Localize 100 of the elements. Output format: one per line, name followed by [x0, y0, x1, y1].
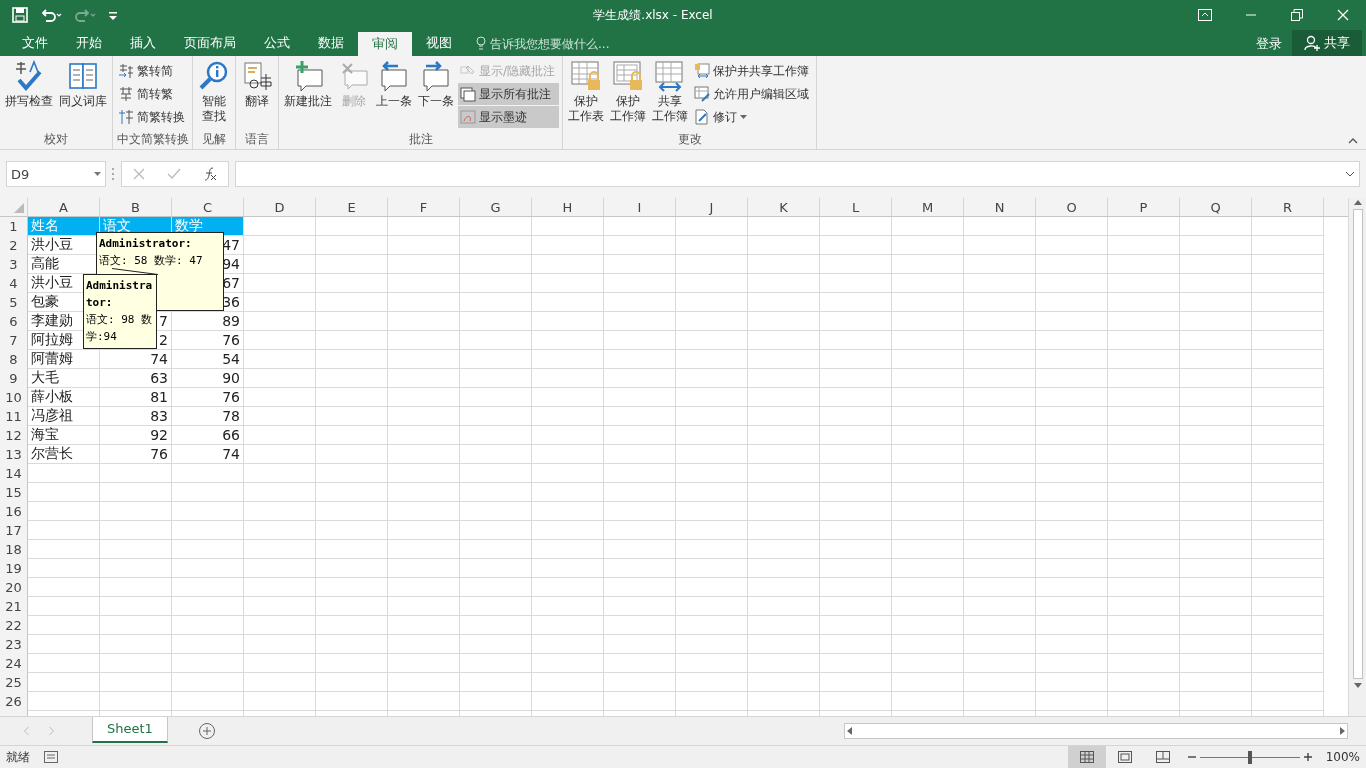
undo-icon [40, 7, 62, 23]
ribbon-button[interactable]: 修订 [692, 106, 814, 128]
ribbon-button[interactable]: 共享 工作簿 [650, 58, 691, 131]
zoom-out-icon [1187, 753, 1196, 761]
formula-field[interactable] [235, 161, 1360, 187]
column-header[interactable]: F [388, 198, 460, 216]
column-header[interactable]: M [892, 198, 964, 216]
row-header[interactable]: 3 [0, 255, 27, 274]
status-text: 就绪 [6, 748, 30, 766]
horizontal-scrollbar[interactable] [844, 723, 1348, 739]
column-header[interactable]: N [964, 198, 1036, 216]
column-header[interactable]: D [244, 198, 316, 216]
row-header[interactable]: 21 [0, 597, 27, 616]
row-header[interactable]: 2 [0, 236, 27, 255]
column-header[interactable]: J [676, 198, 748, 216]
row-header[interactable]: 14 [0, 464, 27, 483]
column-header[interactable]: E [316, 198, 388, 216]
row-header[interactable]: 4 [0, 274, 27, 293]
macro-record-icon [44, 751, 58, 763]
row-header[interactable]: 12 [0, 426, 27, 445]
row-header[interactable]: 9 [0, 369, 27, 388]
chevron-up-icon [1348, 138, 1358, 144]
row-header[interactable]: 16 [0, 502, 27, 521]
row-header[interactable]: 6 [0, 312, 27, 331]
redo-icon [74, 7, 96, 23]
ribbon-button[interactable]: 拼写检查 [3, 58, 55, 131]
row-header[interactable]: 5 [0, 293, 27, 312]
sign-in-link[interactable]: 登录 [1246, 32, 1292, 56]
column-header[interactable]: K [748, 198, 820, 216]
column-header[interactable]: B [100, 198, 172, 216]
row-header[interactable]: 15 [0, 483, 27, 502]
column-header[interactable]: L [820, 198, 892, 216]
column-header[interactable]: P [1108, 198, 1180, 216]
menu-tab[interactable]: 开始 [62, 31, 116, 55]
column-header[interactable]: R [1252, 198, 1324, 216]
row-header[interactable]: 22 [0, 616, 27, 635]
row-header[interactable]: 19 [0, 559, 27, 578]
sheet-tab[interactable]: Sheet1 [92, 716, 168, 743]
share-button[interactable]: 共享 [1292, 30, 1362, 56]
menu-tab[interactable]: 文件 [8, 31, 62, 55]
ink-icon [460, 109, 476, 125]
ribbon-button[interactable]: 保护并共享工作簿 [692, 60, 814, 82]
ribbon-button[interactable]: 显示墨迹 [458, 106, 560, 128]
ribbon-button[interactable]: 繁转简 [116, 60, 189, 82]
row-header[interactable]: 25 [0, 673, 27, 692]
row-header[interactable]: 26 [0, 692, 27, 711]
ribbon-button[interactable]: 简繁转换 [116, 106, 189, 128]
next-sheet-icon [49, 726, 54, 736]
menu-tab[interactable]: 审阅 [358, 32, 412, 56]
tell-me-field[interactable]: 告诉我您想要做什么... [490, 35, 610, 53]
scrollbar-thumb[interactable] [1352, 209, 1363, 679]
zoom-in-icon [1303, 753, 1312, 761]
row-header[interactable]: 20 [0, 578, 27, 597]
leader-line [112, 268, 158, 275]
row-header[interactable]: 24 [0, 654, 27, 673]
row-header[interactable]: 11 [0, 407, 27, 426]
menu-tab[interactable]: 视图 [412, 31, 466, 55]
expand-icon [1345, 171, 1355, 177]
column-header[interactable]: A [28, 198, 100, 216]
column-header[interactable]: G [460, 198, 532, 216]
ribbon-button[interactable]: 翻译 [239, 58, 275, 131]
lock-workbook-icon [612, 60, 645, 92]
column-header[interactable]: H [532, 198, 604, 216]
row-header[interactable]: 1 [0, 217, 27, 236]
ribbon-button[interactable]: 保护 工作簿 [608, 58, 649, 131]
restore-icon [1291, 9, 1303, 21]
menu-tab[interactable]: 公式 [250, 31, 304, 55]
menu-tab[interactable]: 插入 [116, 31, 170, 55]
ribbon-button[interactable]: 保护 工作表 [566, 58, 607, 131]
normal-view-button[interactable] [1067, 746, 1106, 768]
row-header[interactable]: 10 [0, 388, 27, 407]
row-header[interactable]: 17 [0, 521, 27, 540]
row-header[interactable]: 7 [0, 331, 27, 350]
column-header[interactable]: Q [1180, 198, 1252, 216]
ribbon-button[interactable]: 新建批注 [282, 58, 334, 131]
column-header[interactable]: O [1036, 198, 1108, 216]
column-header[interactable]: I [604, 198, 676, 216]
scroll-right-icon [1340, 727, 1345, 735]
ribbon-button[interactable]: 智能 查找 [196, 58, 232, 131]
person-add-icon [1304, 35, 1320, 51]
column-header[interactable]: C [172, 198, 244, 216]
ribbon-button[interactable]: 同义词库 [57, 58, 109, 131]
comment-tooltip[interactable]: Administrator: 语文: 98 数学:94 [83, 274, 157, 349]
zoom-slider-thumb[interactable] [1247, 750, 1252, 764]
menu-tab[interactable]: 数据 [304, 31, 358, 55]
ribbon-button[interactable]: 上一条 [374, 58, 414, 131]
row-header[interactable]: 8 [0, 350, 27, 369]
zoom-level[interactable]: 100% [1325, 750, 1360, 764]
add-sheet-button[interactable] [197, 722, 216, 740]
row-header[interactable]: 13 [0, 445, 27, 464]
header-cell: 姓名 [28, 217, 99, 235]
ribbon-button[interactable]: 允许用户编辑区域 [692, 83, 814, 105]
ribbon-button[interactable]: 下一条 [416, 58, 456, 131]
group-label: 中文简繁转换 [116, 131, 189, 148]
row-header[interactable]: 23 [0, 635, 27, 654]
ribbon-button[interactable]: 简转繁 [116, 83, 189, 105]
menu-tab[interactable]: 页面布局 [170, 31, 250, 55]
name-box[interactable]: D9 [6, 161, 106, 187]
ribbon-button[interactable]: 显示所有批注 [458, 83, 560, 105]
row-header[interactable]: 18 [0, 540, 27, 559]
